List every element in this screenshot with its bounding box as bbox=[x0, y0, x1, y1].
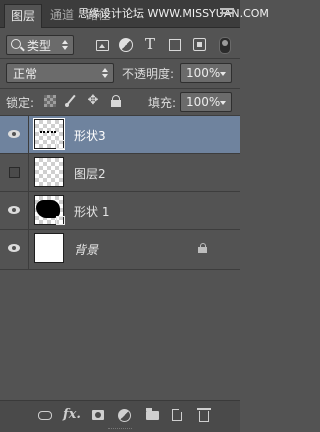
layer-name[interactable]: 形状3 bbox=[74, 127, 106, 144]
lock-image-pixels-icon[interactable] bbox=[65, 95, 77, 107]
resize-grip[interactable] bbox=[108, 428, 132, 432]
shape-layer-badge-icon bbox=[56, 140, 65, 149]
visibility-toggle[interactable] bbox=[0, 192, 29, 229]
watermark-text: 思缘设计论坛 WWW.MISSYUAN.COM bbox=[78, 7, 269, 20]
layer-row-layer2[interactable]: 图层2 bbox=[0, 154, 240, 192]
filter-kind-select[interactable]: 类型 bbox=[6, 35, 74, 55]
eye-icon bbox=[8, 244, 20, 252]
layer-name[interactable]: 背景 bbox=[74, 241, 98, 258]
lock-position-icon[interactable]: ✥ bbox=[87, 94, 99, 107]
opacity-label: 不透明度: bbox=[122, 67, 175, 81]
layer-thumbnail[interactable] bbox=[34, 157, 64, 187]
layer-row-shape3[interactable]: 形状3 bbox=[0, 116, 240, 154]
opacity-field[interactable]: 100% bbox=[180, 63, 232, 83]
updown-arrows-icon bbox=[102, 68, 108, 78]
lock-transparent-pixels-icon[interactable] bbox=[44, 95, 56, 107]
layer-row-shape1[interactable]: 形状 1 bbox=[0, 192, 240, 230]
bottom-toolbar: fx. bbox=[0, 400, 240, 432]
layer-thumbnail[interactable] bbox=[34, 233, 64, 263]
shape-layer-badge-icon bbox=[56, 216, 65, 225]
shape-thumbnail-mark bbox=[40, 131, 56, 135]
layers-panel: 图层 通道 路径 思缘设计论坛 WWW.MISSYUAN.COM 类型 T 正常… bbox=[0, 0, 269, 432]
link-layers-icon[interactable] bbox=[38, 411, 52, 420]
fill-field[interactable]: 100% bbox=[180, 92, 232, 112]
filter-adjustment-layer-icon[interactable] bbox=[119, 38, 133, 52]
filter-kind-label: 类型 bbox=[27, 39, 52, 53]
delete-layer-trash-icon[interactable] bbox=[197, 408, 211, 422]
lock-icon bbox=[198, 243, 208, 253]
search-icon bbox=[11, 39, 21, 49]
tab-channels[interactable]: 通道 bbox=[44, 4, 80, 27]
layer-row-background[interactable]: 背景 bbox=[0, 230, 240, 270]
divider bbox=[0, 58, 240, 59]
opacity-value: 100% bbox=[186, 66, 221, 80]
add-mask-icon[interactable] bbox=[92, 410, 104, 420]
divider bbox=[0, 88, 240, 89]
hidden-visibility-box bbox=[9, 167, 20, 178]
updown-arrows-icon bbox=[62, 40, 68, 50]
filter-toggle-switch[interactable] bbox=[219, 37, 231, 54]
filter-smart-object-icon[interactable] bbox=[193, 38, 206, 51]
visibility-toggle[interactable] bbox=[0, 116, 29, 153]
layer-list: 形状3 图层2 形状 1 背景 bbox=[0, 116, 240, 271]
visibility-toggle[interactable] bbox=[0, 230, 29, 269]
new-layer-icon[interactable] bbox=[172, 408, 183, 421]
fill-value: 100% bbox=[186, 95, 221, 109]
blend-mode-select[interactable]: 正常 bbox=[6, 63, 114, 83]
filter-pixel-layer-icon[interactable] bbox=[96, 40, 109, 51]
eye-icon bbox=[8, 206, 20, 214]
eye-icon bbox=[8, 130, 20, 138]
tab-layers[interactable]: 图层 bbox=[4, 4, 43, 28]
layer-name[interactable]: 图层2 bbox=[74, 165, 106, 182]
blend-mode-value: 正常 bbox=[13, 67, 38, 81]
lock-all-icon[interactable] bbox=[110, 95, 122, 107]
filter-type-layer-icon[interactable]: T bbox=[145, 35, 159, 53]
lock-label: 锁定: bbox=[6, 96, 35, 110]
layer-name[interactable]: 形状 1 bbox=[74, 203, 109, 220]
filter-shape-layer-icon[interactable] bbox=[169, 39, 181, 51]
tab-bar: 图层 通道 路径 思缘设计论坛 WWW.MISSYUAN.COM bbox=[0, 0, 269, 28]
visibility-toggle[interactable] bbox=[0, 154, 29, 191]
dropdown-arrow-icon[interactable] bbox=[220, 72, 226, 76]
fill-label: 填充: bbox=[148, 96, 177, 110]
panel-menu-icon[interactable] bbox=[220, 8, 234, 18]
new-adjustment-layer-icon[interactable] bbox=[118, 409, 131, 422]
new-group-folder-icon[interactable] bbox=[146, 408, 159, 420]
dropdown-arrow-icon[interactable] bbox=[220, 101, 226, 105]
layer-style-fx-icon[interactable]: fx. bbox=[63, 408, 81, 422]
